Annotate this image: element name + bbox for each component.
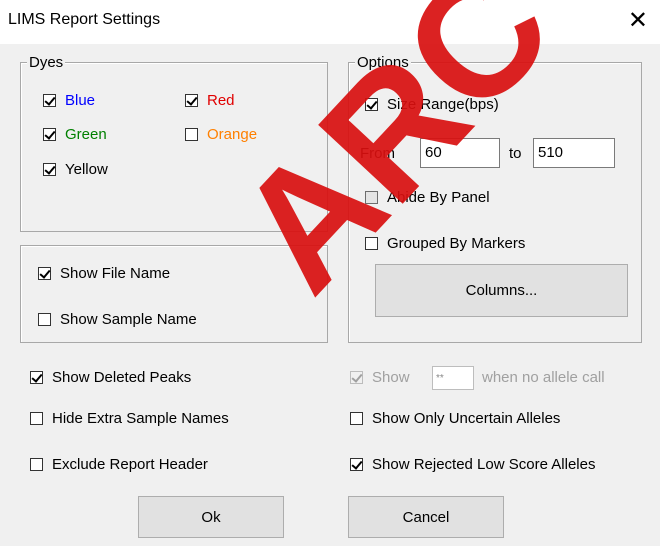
- size-range-checkbox[interactable]: Size Range(bps): [365, 96, 499, 113]
- no-call-suffix-label: when no allele call: [482, 369, 605, 386]
- from-input[interactable]: 60: [420, 138, 500, 168]
- show-rejected-low-score-checkbox[interactable]: Show Rejected Low Score Alleles: [350, 456, 595, 473]
- exclude-report-header-label: Exclude Report Header: [52, 456, 208, 473]
- show-only-uncertain-checkbox[interactable]: Show Only Uncertain Alleles: [350, 410, 560, 427]
- dye-red-checkbox[interactable]: Red: [185, 92, 235, 109]
- ok-button[interactable]: Ok: [138, 496, 284, 538]
- checkbox-box: [30, 458, 43, 471]
- cancel-button[interactable]: Cancel: [348, 496, 504, 538]
- show-sample-name-checkbox[interactable]: Show Sample Name: [38, 311, 197, 328]
- to-label: to: [509, 145, 522, 162]
- dye-blue-checkbox[interactable]: Blue: [43, 92, 95, 109]
- show-file-name-label: Show File Name: [60, 265, 171, 282]
- size-range-label: Size Range(bps): [387, 96, 499, 113]
- checkbox-box: [365, 237, 378, 250]
- options-legend: Options: [355, 54, 411, 71]
- exclude-report-header-checkbox[interactable]: Exclude Report Header: [30, 456, 208, 473]
- grouped-by-markers-checkbox[interactable]: Grouped By Markers: [365, 235, 525, 252]
- title-bar: LIMS Report Settings ✕: [0, 0, 660, 44]
- dye-green-checkbox[interactable]: Green: [43, 126, 107, 143]
- checkbox-box: [43, 128, 56, 141]
- show-file-name-checkbox[interactable]: Show File Name: [38, 265, 170, 282]
- dye-orange-checkbox[interactable]: Orange: [185, 126, 257, 143]
- abide-by-panel-label: Abide By Panel: [387, 189, 490, 206]
- checkbox-box: [185, 128, 198, 141]
- dye-yellow-label: Yellow: [65, 161, 108, 178]
- checkbox-box: [365, 98, 378, 111]
- show-rejected-low-score-label: Show Rejected Low Score Alleles: [372, 456, 596, 473]
- show-no-call-label: Show: [372, 369, 410, 386]
- checkbox-box: [350, 458, 363, 471]
- checkbox-box: [365, 191, 378, 204]
- close-icon[interactable]: ✕: [628, 6, 648, 36]
- abide-by-panel-checkbox[interactable]: Abide By Panel: [365, 189, 490, 206]
- dye-green-label: Green: [65, 126, 107, 143]
- show-sample-name-label: Show Sample Name: [60, 311, 197, 328]
- names-group: [20, 245, 328, 343]
- from-label: From: [360, 145, 395, 162]
- dye-red-label: Red: [207, 92, 235, 109]
- show-deleted-peaks-checkbox[interactable]: Show Deleted Peaks: [30, 369, 191, 386]
- show-no-call-checkbox[interactable]: Show: [350, 369, 410, 386]
- checkbox-box: [38, 313, 51, 326]
- dyes-legend: Dyes: [27, 54, 66, 71]
- hide-extra-sample-names-label: Hide Extra Sample Names: [52, 410, 229, 427]
- checkbox-box: [30, 412, 43, 425]
- no-call-input[interactable]: **: [432, 366, 474, 390]
- grouped-by-markers-label: Grouped By Markers: [387, 235, 526, 252]
- checkbox-box: [38, 267, 51, 280]
- columns-button[interactable]: Columns...: [375, 264, 628, 317]
- checkbox-box: [43, 94, 56, 107]
- checkbox-box: [185, 94, 198, 107]
- dyes-group: Dyes: [20, 54, 328, 232]
- to-input[interactable]: 510: [533, 138, 615, 168]
- show-only-uncertain-label: Show Only Uncertain Alleles: [372, 410, 561, 427]
- window-title: LIMS Report Settings: [8, 11, 161, 28]
- hide-extra-sample-names-checkbox[interactable]: Hide Extra Sample Names: [30, 410, 229, 427]
- show-deleted-peaks-label: Show Deleted Peaks: [52, 369, 192, 386]
- checkbox-box: [350, 412, 363, 425]
- checkbox-box: [43, 163, 56, 176]
- checkbox-box: [30, 371, 43, 384]
- dye-blue-label: Blue: [65, 92, 96, 109]
- checkbox-box: [350, 371, 363, 384]
- dye-orange-label: Orange: [207, 126, 258, 143]
- dye-yellow-checkbox[interactable]: Yellow: [43, 161, 108, 178]
